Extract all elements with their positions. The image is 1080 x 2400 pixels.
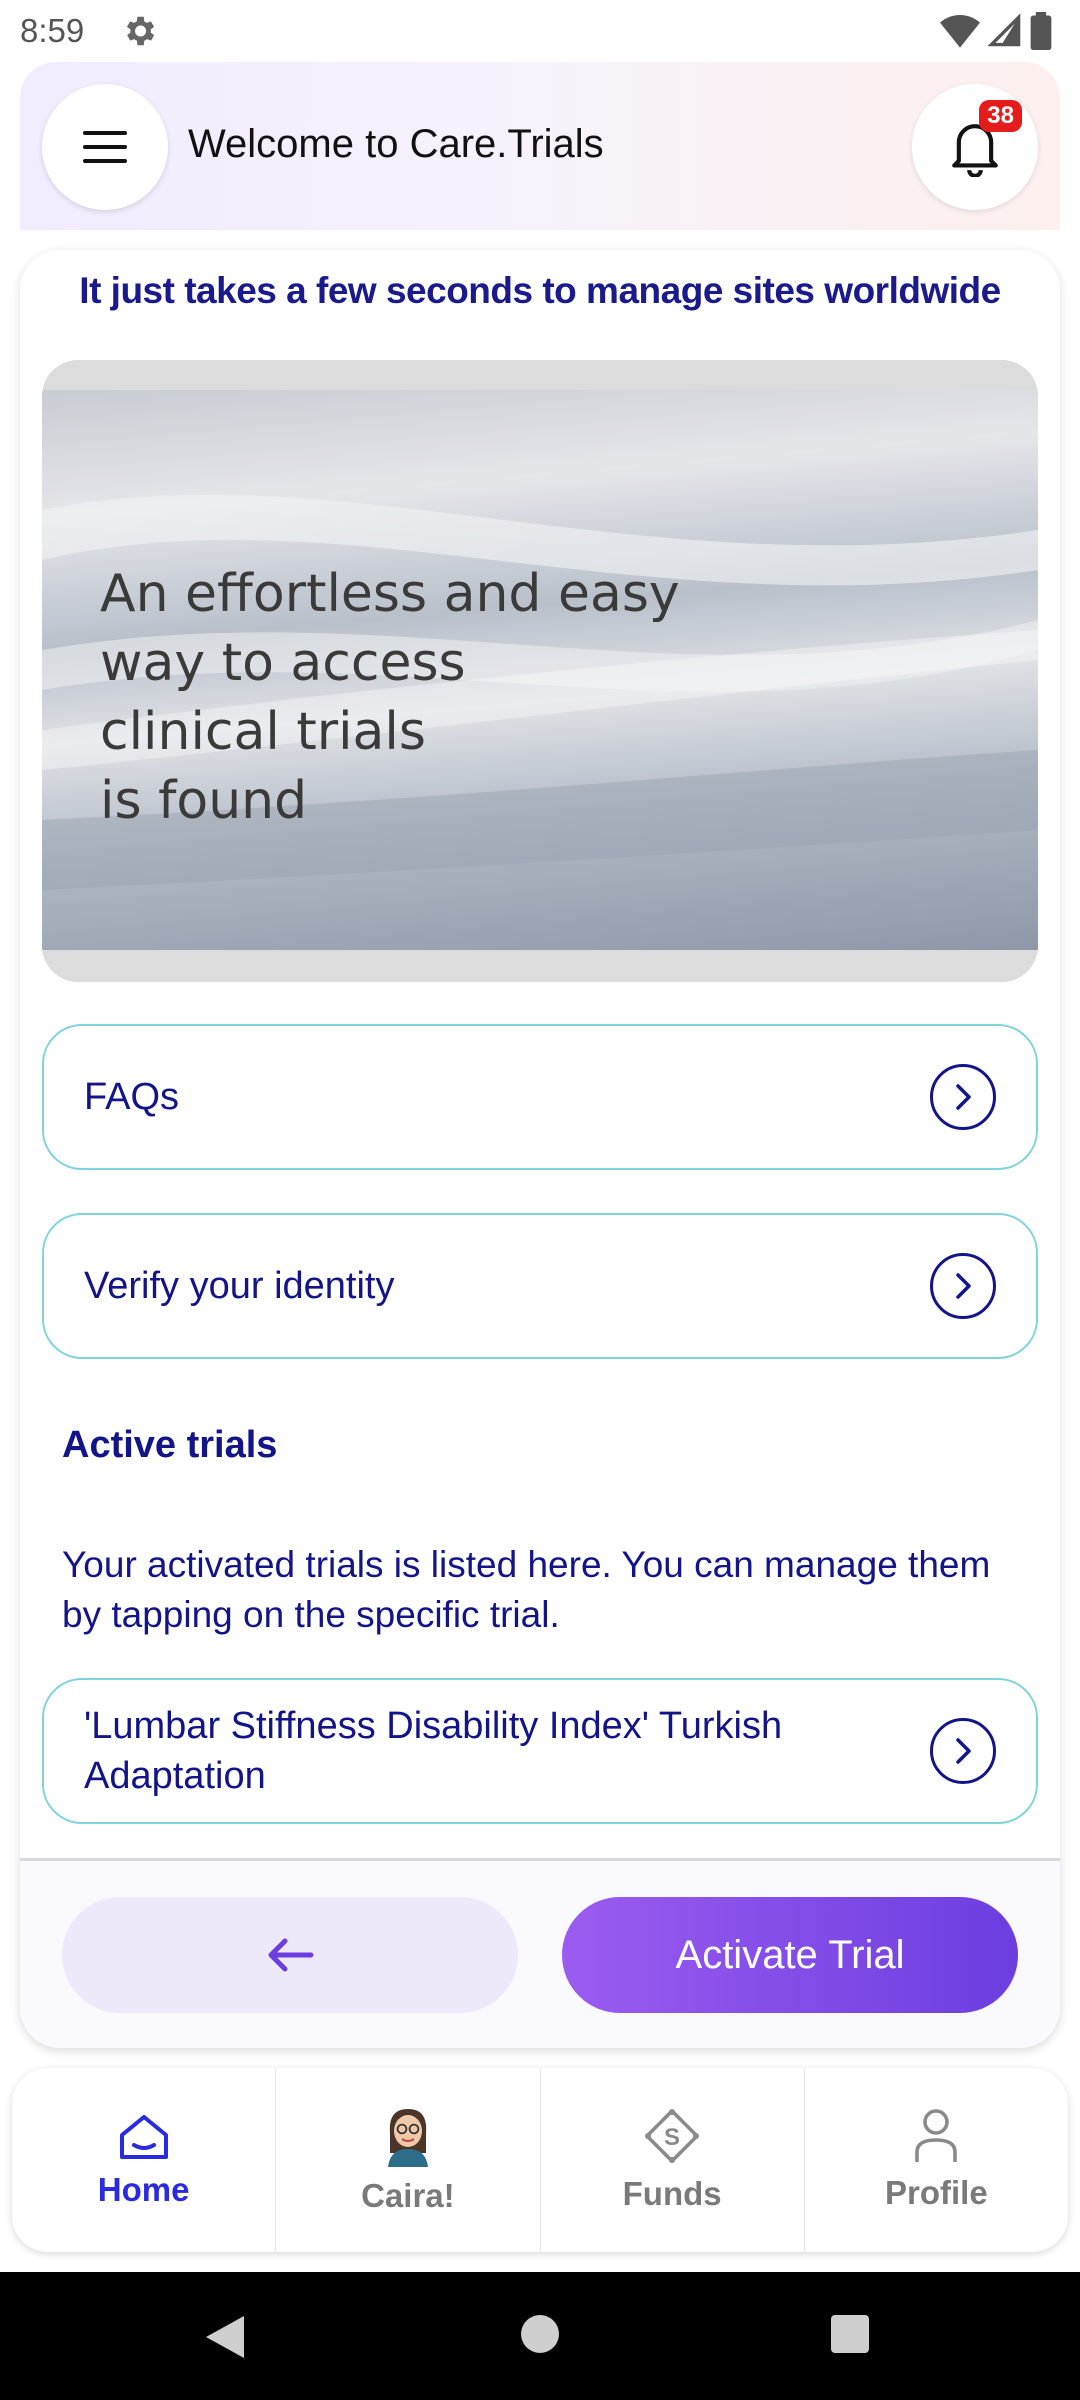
banner-text: An effortless and easy way to access cli… — [100, 560, 680, 836]
banner-image: An effortless and easy way to access cli… — [42, 390, 1038, 950]
nav-home-label: Home — [97, 2171, 190, 2208]
back-button[interactable] — [62, 1897, 518, 2013]
status-icons — [940, 12, 1052, 50]
recents-square-icon[interactable] — [830, 2314, 870, 2354]
banner-line: way to access — [100, 633, 466, 693]
active-trials-title: Active trials — [62, 1424, 278, 1466]
system-nav-bar — [0, 2272, 1080, 2400]
nav-funds-label: Funds — [622, 2175, 722, 2212]
back-triangle-icon[interactable] — [204, 2314, 246, 2360]
battery-icon — [1030, 12, 1052, 50]
settings-gear-icon — [126, 16, 155, 46]
status-bar: 8:59 — [0, 0, 1080, 60]
status-time: 8:59 — [20, 12, 85, 49]
trial-item-label: 'Lumbar Stiffness Disability Index' Turk… — [84, 1705, 783, 1797]
nav-profile[interactable]: Profile — [805, 2068, 1068, 2252]
hero-banner: An effortless and easy way to access cli… — [42, 360, 1038, 982]
faqs-label: FAQs — [84, 1076, 180, 1118]
chevron-right-icon — [930, 1253, 996, 1319]
wifi-icon — [940, 15, 980, 48]
active-trials-description: Your activated trials is listed here. Yo… — [62, 1544, 991, 1635]
banner-line: is found — [100, 771, 308, 831]
banner-line: An effortless and easy — [100, 564, 680, 624]
notifications-button[interactable]: 38 — [912, 84, 1038, 210]
tagline: It just takes a few seconds to manage si… — [79, 270, 1001, 311]
main-card: It just takes a few seconds to manage si… — [20, 250, 1060, 2048]
faqs-link[interactable]: FAQs — [42, 1024, 1038, 1170]
page-title: Welcome to Care.Trials — [188, 122, 604, 166]
avatar — [387, 2109, 428, 2167]
chevron-right-icon — [930, 1718, 996, 1784]
banner-line: clinical trials — [100, 702, 426, 762]
home-circle-icon[interactable] — [520, 2314, 560, 2354]
notification-badge: 38 — [979, 100, 1022, 132]
activate-trial-button[interactable]: Activate Trial — [562, 1897, 1018, 2013]
profile-icon — [915, 2109, 958, 2162]
actions-bar: Activate Trial — [20, 1861, 1060, 2048]
menu-button[interactable] — [42, 84, 168, 210]
hamburger-icon — [83, 131, 127, 163]
verify-identity-link[interactable]: Verify your identity — [42, 1213, 1038, 1359]
svg-text:S: S — [664, 2124, 680, 2151]
signal-icon — [988, 13, 1021, 47]
nav-caira-label: Caira! — [361, 2177, 455, 2214]
verify-identity-label: Verify your identity — [84, 1265, 395, 1307]
home-icon — [119, 2115, 168, 2159]
nav-home[interactable]: Home — [12, 2068, 277, 2252]
bottom-nav: Home Caira! S Funds Profile — [12, 2068, 1068, 2252]
chevron-right-icon — [930, 1064, 996, 1130]
nav-funds[interactable]: S Funds — [541, 2068, 805, 2252]
nav-caira[interactable]: Caira! — [276, 2068, 541, 2252]
app-header: Welcome to Care.Trials 38 — [20, 62, 1060, 230]
arrow-left-icon — [268, 1938, 314, 1972]
trial-item[interactable]: 'Lumbar Stiffness Disability Index' Turk… — [42, 1678, 1038, 1824]
nav-profile-label: Profile — [885, 2174, 988, 2211]
funds-icon: S — [645, 2109, 700, 2163]
